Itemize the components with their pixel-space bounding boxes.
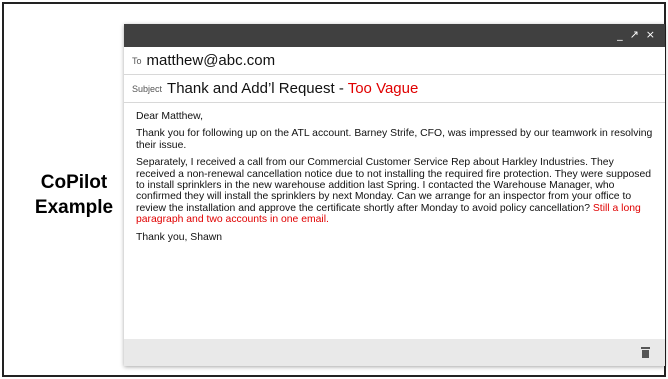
subject-row[interactable]: Subject Thank and Add’l Request - Too Va… [124,75,665,103]
side-label: CoPilot Example [16,170,132,220]
side-label-line1: CoPilot [40,172,108,193]
paragraph-2-text: Separately, I received a call from our C… [136,157,652,214]
trash-can [642,350,649,358]
to-row[interactable]: To matthew@abc.com [124,47,665,75]
close-icon[interactable]: × [646,28,655,41]
compose-window: _ ↗ × To matthew@abc.com Subject Thank a… [124,24,665,366]
paragraph-2: Separately, I received a call from our C… [136,157,655,225]
to-label: To [132,55,142,66]
side-label-line2: Example [34,197,114,218]
subject-text: Thank and Add’l Request - [167,80,348,97]
trash-lid [641,347,650,349]
subject-label: Subject [132,83,163,94]
greeting: Dear Matthew, [136,111,203,122]
subject-field[interactable]: Thank and Add’l Request - Too Vague [167,80,418,97]
to-field[interactable]: matthew@abc.com [147,52,276,69]
expand-icon[interactable]: ↗ [630,28,639,41]
title-bar: _ ↗ × [124,24,665,47]
minimize-icon[interactable]: _ [617,28,623,41]
subject-note: Too Vague [347,80,419,97]
trash-icon[interactable] [641,347,650,358]
bottom-toolbar [124,339,665,366]
window-controls: _ ↗ × [617,28,655,41]
paragraph-1: Thank you for following up on the ATL ac… [136,128,653,151]
message-body[interactable]: Dear Matthew, Thank you for following up… [124,103,665,243]
signoff: Thank you, Shawn [136,231,223,243]
